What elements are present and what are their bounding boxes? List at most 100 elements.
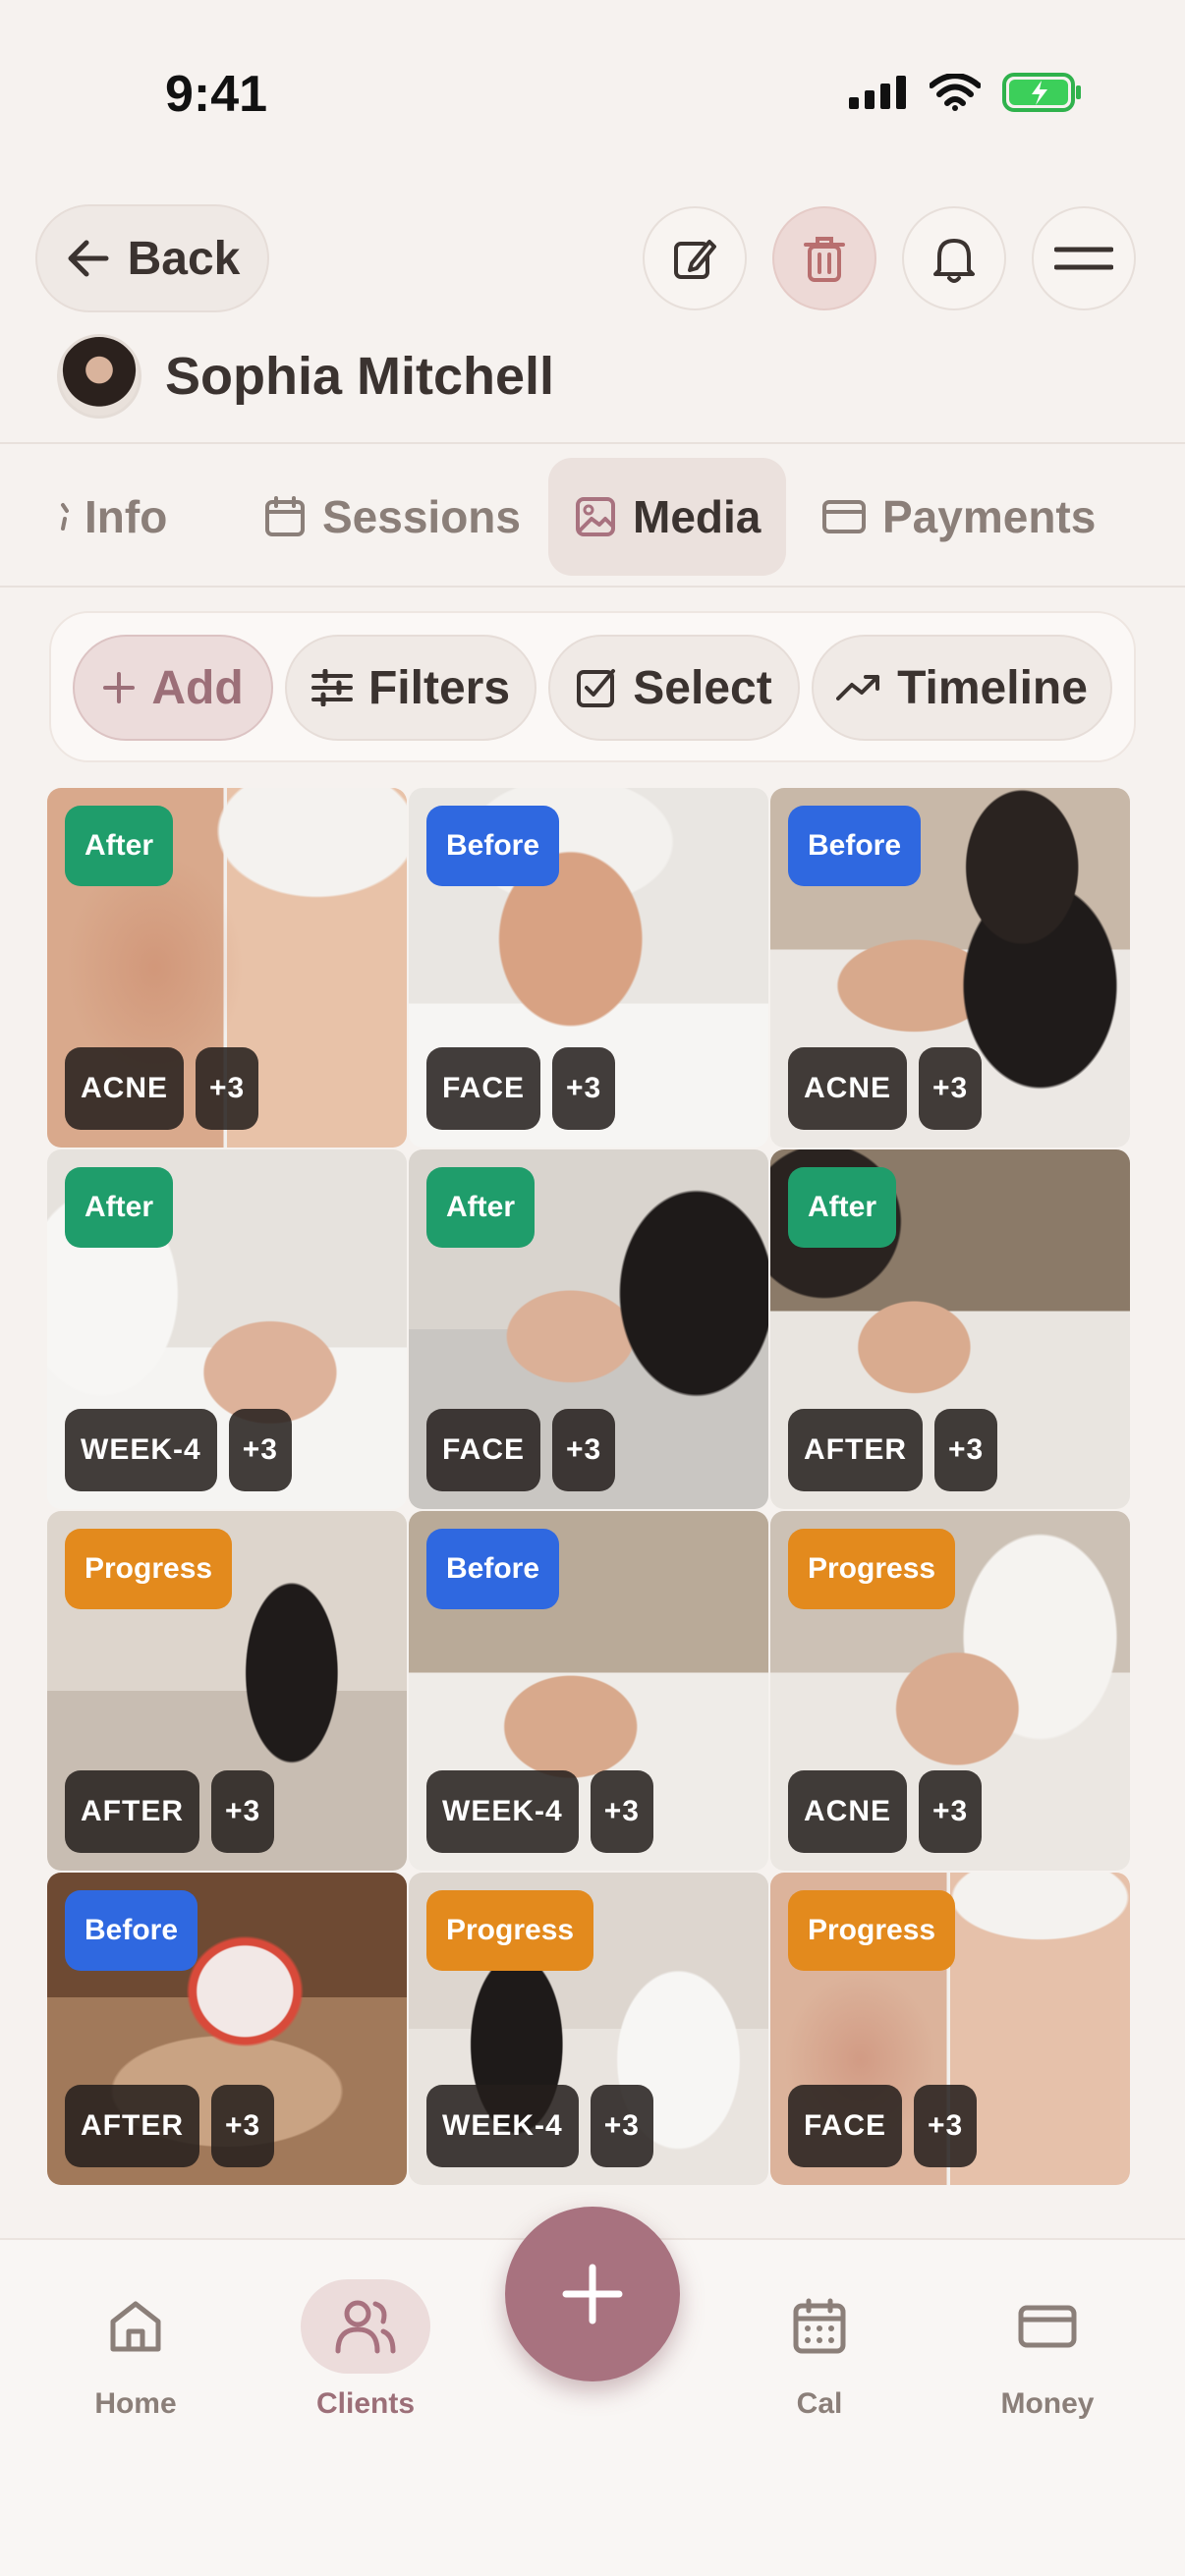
stage-badge: Progress [788, 1890, 956, 1971]
media-tile[interactable]: After FACE +3 [409, 1149, 768, 1509]
select-button[interactable]: Select [548, 635, 800, 741]
tag-row: FACE +3 [788, 2085, 978, 2167]
tag-row: WEEK-4 +3 [426, 2085, 653, 2167]
more-tags-count: +3 [196, 1047, 259, 1130]
filters-button[interactable]: Filters [285, 635, 536, 741]
tab-payments[interactable]: Payments [821, 458, 1096, 576]
notifications-button[interactable] [902, 206, 1006, 310]
timeline-label: Timeline [897, 661, 1088, 714]
tag: ACNE [788, 1770, 908, 1853]
tab-info[interactable]: Info [59, 458, 167, 576]
tag: WEEK-4 [426, 1770, 579, 1853]
stage-badge: After [65, 1167, 174, 1248]
stage-badge: Before [65, 1890, 198, 1971]
users-icon [335, 2300, 396, 2354]
more-tags-count: +3 [211, 2085, 275, 2167]
media-tile[interactable]: Before WEEK-4 +3 [409, 1511, 768, 1871]
menu-button[interactable] [1032, 206, 1136, 310]
more-tags-count: +3 [919, 1770, 983, 1853]
tab-bar: Info Sessions Media Payments [0, 442, 1185, 588]
tag: AFTER [65, 1770, 199, 1853]
more-tags-count: +3 [228, 1409, 292, 1491]
calendar-icon [793, 2298, 846, 2354]
tag: FACE [426, 1047, 541, 1130]
client-name: Sophia Mitchell [165, 347, 555, 406]
stage-badge: Before [788, 806, 922, 886]
stage-badge: Progress [65, 1529, 233, 1609]
media-tile[interactable]: Before ACNE +3 [770, 788, 1130, 1148]
sliders-icon [310, 669, 353, 706]
tab-media[interactable]: Media [548, 458, 787, 576]
add-fab-button[interactable] [505, 2207, 680, 2381]
tag: ACNE [788, 1047, 908, 1130]
client-header: Sophia Mitchell [57, 334, 554, 419]
more-tags-count: +3 [552, 1047, 616, 1130]
stage-badge: Progress [426, 1890, 594, 1971]
status-time: 9:41 [165, 66, 268, 123]
more-tags-count: +3 [590, 1770, 653, 1853]
media-tile[interactable]: Progress FACE +3 [770, 1873, 1130, 2185]
plus-icon [562, 2264, 623, 2324]
edit-icon [674, 240, 716, 279]
media-tile[interactable]: After WEEK-4 +3 [47, 1149, 407, 1509]
nav-home-label: Home [94, 2387, 177, 2420]
calendar-icon [265, 496, 305, 536]
nav-calendar[interactable]: Cal [731, 2279, 908, 2421]
checkbox-icon [577, 669, 616, 707]
more-tags-count: +3 [590, 2085, 653, 2167]
card-icon [822, 500, 866, 533]
media-tile[interactable]: After ACNE +3 [47, 788, 407, 1148]
stage-badge: Before [426, 1529, 560, 1609]
add-media-button[interactable]: Add [73, 635, 273, 741]
more-tags-count: +3 [552, 1409, 616, 1491]
tab-sessions-label: Sessions [322, 491, 521, 542]
tab-sessions[interactable]: Sessions [263, 458, 521, 576]
media-tile[interactable]: Progress WEEK-4 +3 [409, 1873, 768, 2185]
info-icon [61, 503, 69, 531]
tag-row: FACE +3 [426, 1047, 616, 1130]
trash-icon [804, 237, 845, 282]
tab-media-label: Media [633, 491, 762, 542]
nav-money[interactable]: Money [959, 2279, 1136, 2421]
menu-icon [1054, 247, 1113, 270]
more-tags-count: +3 [934, 1409, 998, 1491]
status-bar: 9:41 [0, 0, 1185, 187]
tag-row: ACNE +3 [788, 1047, 983, 1130]
select-label: Select [633, 661, 772, 714]
more-tags-count: +3 [914, 2085, 978, 2167]
nav-clients[interactable]: Clients [277, 2279, 454, 2421]
media-tile[interactable]: Progress ACNE +3 [770, 1511, 1130, 1871]
image-icon [576, 497, 615, 536]
tag-row: AFTER +3 [65, 1770, 275, 1853]
tag-row: AFTER +3 [65, 2085, 275, 2167]
tag-row: ACNE +3 [65, 1047, 259, 1130]
tag: FACE [426, 1409, 541, 1491]
more-tags-count: +3 [919, 1047, 983, 1130]
stage-badge: Before [426, 806, 560, 886]
tag-row: WEEK-4 +3 [426, 1770, 653, 1853]
nav-clients-label: Clients [315, 2387, 416, 2420]
back-button[interactable]: Back [35, 204, 269, 312]
nav-home[interactable]: Home [47, 2279, 224, 2421]
add-label: Add [151, 661, 244, 714]
tag: FACE [788, 2085, 903, 2167]
timeline-button[interactable]: Timeline [812, 635, 1112, 741]
plus-icon [103, 672, 136, 703]
media-tile[interactable]: Before AFTER +3 [47, 1873, 407, 2185]
arrow-left-icon [68, 240, 109, 277]
media-tile[interactable]: Before FACE +3 [409, 788, 768, 1148]
media-toolbar: Add Filters Select Timeline [49, 611, 1136, 762]
nav-calendar-label: Cal [796, 2387, 843, 2420]
media-tile[interactable]: After AFTER +3 [770, 1149, 1130, 1509]
tag: AFTER [788, 1409, 923, 1491]
stage-badge: After [788, 1167, 897, 1248]
tag-row: FACE +3 [426, 1409, 616, 1491]
trending-up-icon [836, 675, 880, 700]
battery-icon [1002, 73, 1081, 112]
wifi-icon [930, 74, 981, 111]
tab-payments-label: Payments [882, 491, 1097, 542]
card-icon [1018, 2305, 1077, 2348]
delete-button[interactable] [772, 206, 876, 310]
edit-button[interactable] [643, 206, 747, 310]
media-tile[interactable]: Progress AFTER +3 [47, 1511, 407, 1871]
